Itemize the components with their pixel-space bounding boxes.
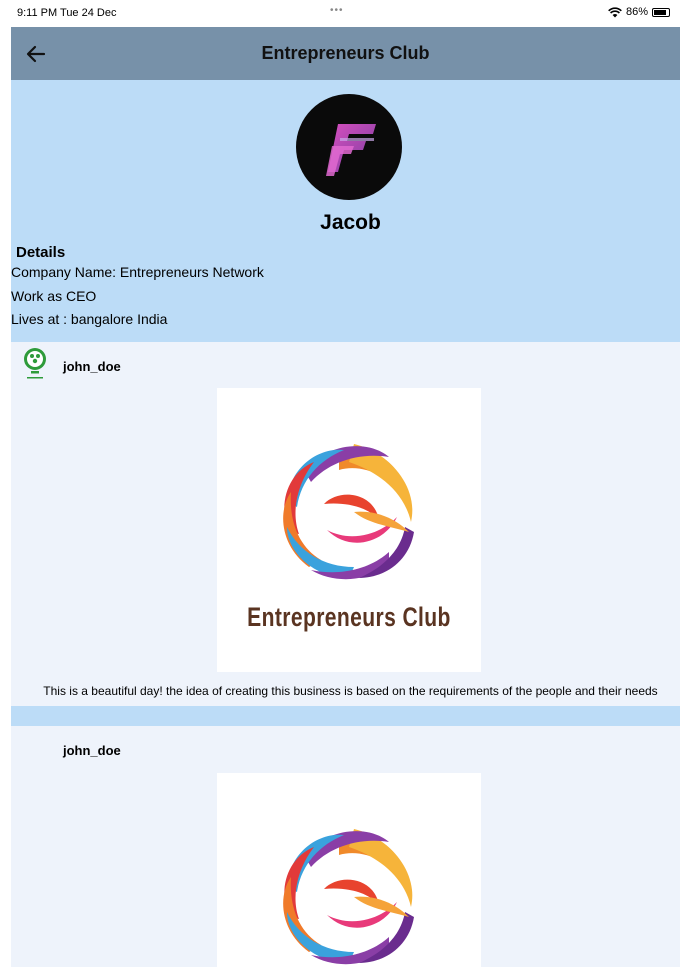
battery-percent: 86% bbox=[625, 6, 648, 18]
wifi-icon bbox=[608, 6, 622, 17]
profile-name: Jacob bbox=[320, 211, 381, 234]
post-username[interactable]: john_doe bbox=[63, 743, 121, 758]
work-text: Work as CEO bbox=[11, 288, 97, 304]
post-card: john_doe bbox=[11, 726, 680, 967]
nav-bar: Entrepreneurs Club bbox=[11, 27, 680, 80]
profile-avatar[interactable] bbox=[296, 94, 402, 200]
post-image[interactable]: Entrepreneurs Club bbox=[217, 388, 481, 672]
swirl-logo-icon bbox=[283, 444, 414, 580]
post-caption: This is a beautiful day! the idea of cre… bbox=[43, 684, 658, 698]
lives-at-text: Lives at : bangalore India bbox=[11, 311, 168, 327]
post-divider bbox=[11, 706, 680, 726]
battery-icon bbox=[652, 7, 670, 17]
brand-logo-icon bbox=[326, 124, 376, 176]
post-username[interactable]: john_doe bbox=[63, 359, 121, 374]
page-title: Entrepreneurs Club bbox=[261, 43, 430, 63]
details-heading: Details bbox=[16, 244, 66, 261]
multitasking-dots: ••• bbox=[330, 5, 344, 16]
status-indicators: 86% bbox=[608, 6, 670, 18]
back-button[interactable] bbox=[23, 40, 51, 68]
swirl-logo-icon bbox=[283, 829, 414, 965]
seedling-logo-icon bbox=[24, 348, 46, 379]
user-avatar[interactable] bbox=[23, 347, 47, 383]
status-bar: 9:11 PM Tue 24 Dec ••• 86% bbox=[0, 0, 680, 27]
arrow-left-icon bbox=[26, 45, 46, 63]
company-name-text: Company Name: Entrepreneurs Network bbox=[11, 264, 264, 280]
app-screen: Entrepreneurs Club Jacob Details Company… bbox=[11, 27, 680, 967]
profile-section: Jacob Details Company Name: Entrepreneur… bbox=[11, 80, 680, 342]
post-card: john_doe Entrepreneurs Club This is a be… bbox=[11, 342, 680, 706]
post-image-text: Entrepreneurs Club bbox=[247, 602, 451, 632]
status-time: 9:11 PM Tue 24 Dec bbox=[17, 7, 117, 19]
post-image[interactable] bbox=[217, 773, 481, 967]
